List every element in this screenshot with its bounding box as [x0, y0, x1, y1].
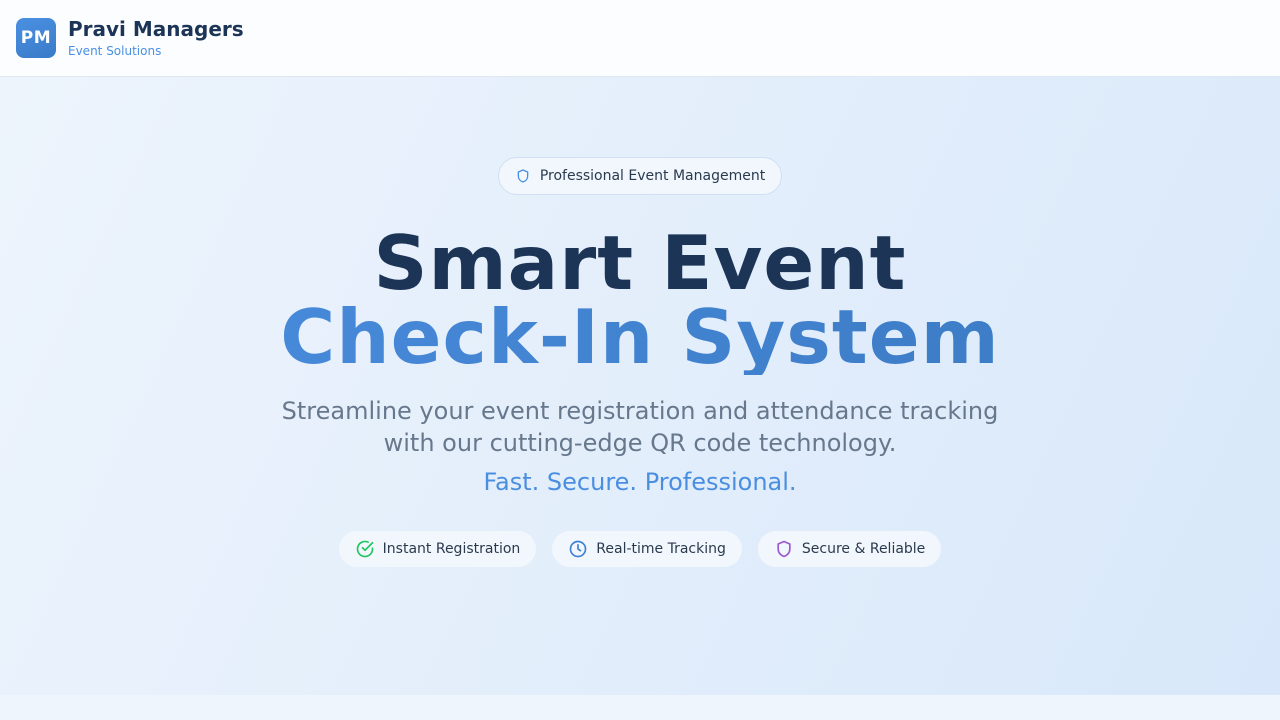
- hero-tagline: Fast. Secure. Professional.: [483, 468, 797, 496]
- brand-name: Pravi Managers: [68, 17, 244, 41]
- feature-instant-registration: Instant Registration: [338, 531, 537, 567]
- hero-description: Streamline your event registration and a…: [240, 395, 1040, 459]
- feature-secure-reliable: Secure & Reliable: [757, 531, 942, 567]
- hero-description-line2: with our cutting-edge QR code technology…: [383, 429, 897, 457]
- feature-label: Instant Registration: [382, 541, 521, 557]
- shield-icon: [777, 540, 791, 558]
- hero-title-line1: Smart Event: [373, 219, 907, 307]
- logo-text: PM: [20, 28, 52, 48]
- clock-icon: [569, 540, 587, 558]
- feature-label: Secure & Reliable: [801, 541, 926, 557]
- check-circle-icon: [356, 540, 374, 558]
- hero-badge: Professional Event Management: [498, 157, 782, 195]
- feature-label: Real-time Tracking: [596, 541, 726, 557]
- brand: Pravi Managers Event Solutions: [68, 17, 244, 59]
- logo[interactable]: PM: [16, 18, 56, 58]
- feature-realtime-tracking: Real-time Tracking: [552, 531, 742, 567]
- top-header: PM Pravi Managers Event Solutions: [0, 0, 1280, 77]
- brand-subtitle: Event Solutions: [68, 44, 162, 58]
- footer-strip: [0, 695, 1280, 720]
- hero-badge-label: Professional Event Management: [539, 168, 766, 184]
- feature-list: Instant Registration Real-time Tracking …: [0, 531, 1280, 567]
- hero-section: Professional Event Management Smart Even…: [0, 77, 1280, 695]
- hero-title-line2: Check-In System: [0, 299, 1280, 375]
- hero-description-line1: Streamline your event registration and a…: [281, 397, 999, 425]
- shield-icon: [517, 169, 529, 183]
